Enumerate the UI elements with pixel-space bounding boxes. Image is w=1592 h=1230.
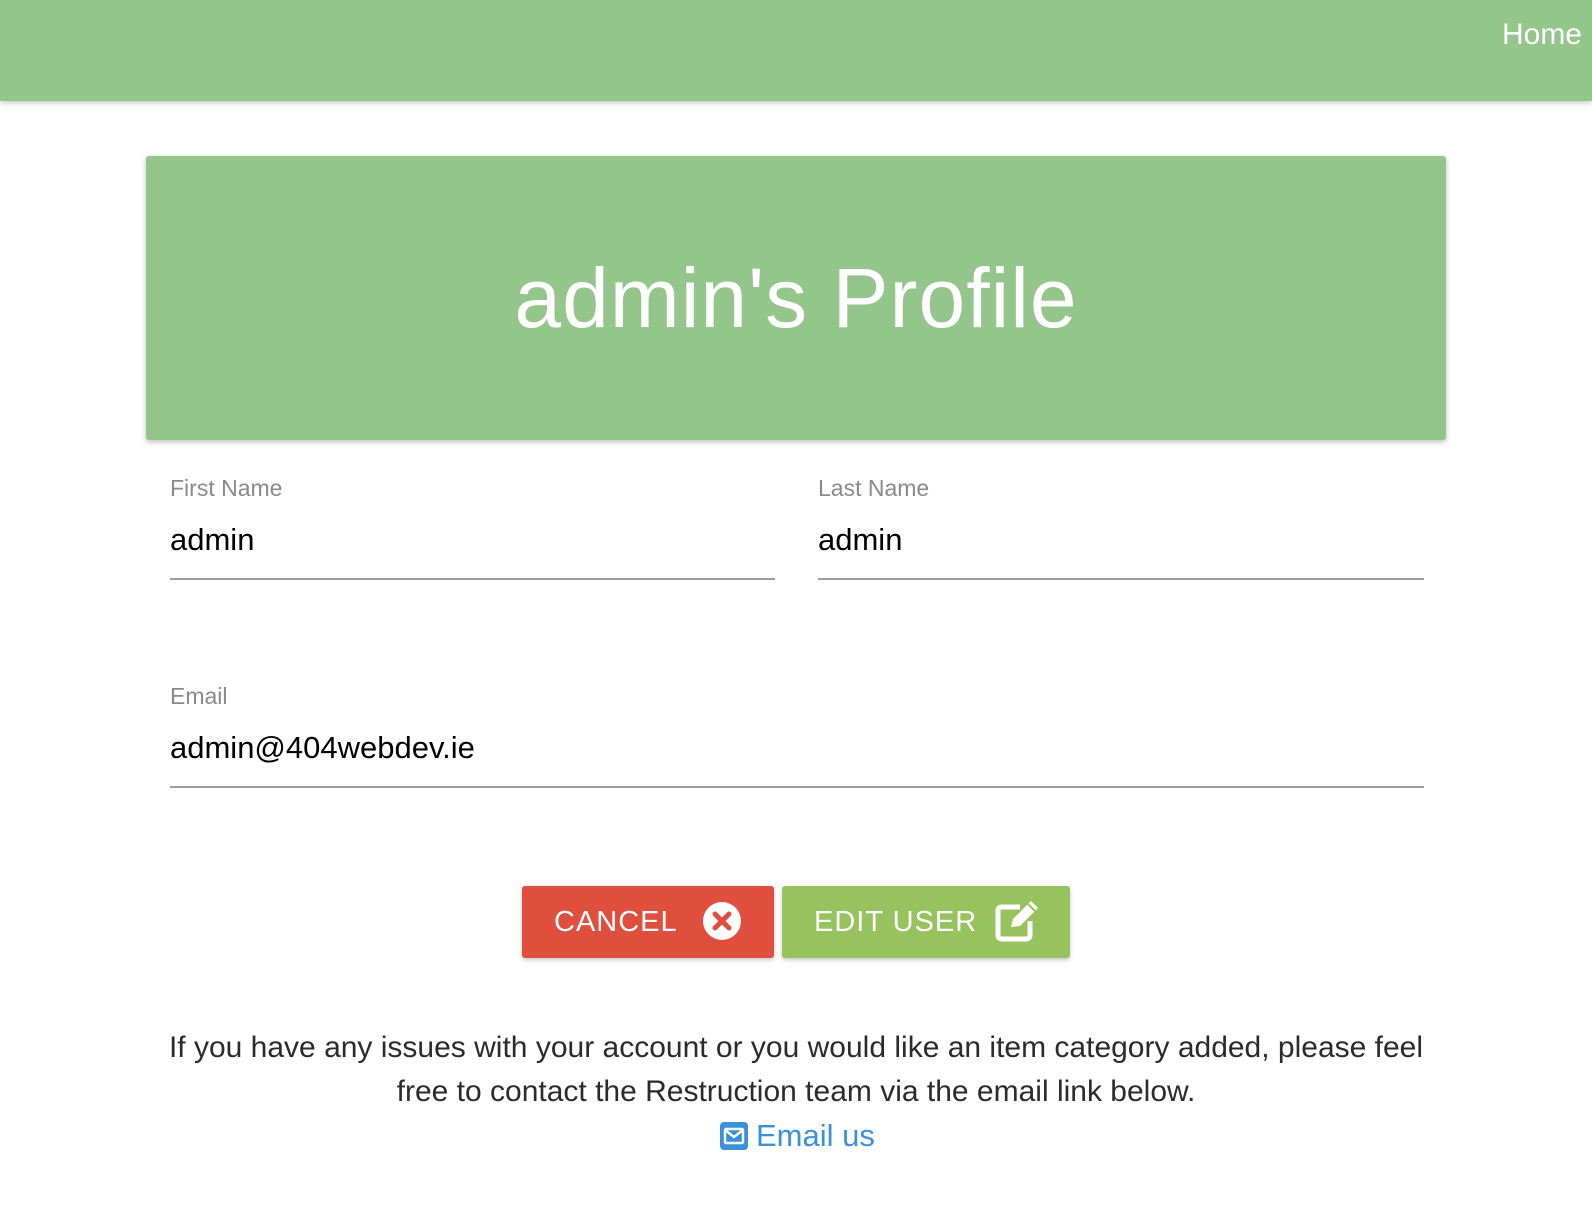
email-us-label: Email us [756,1118,875,1153]
email-label: Email [170,683,228,709]
page-title: admin's Profile [514,250,1078,345]
nav-home-link[interactable]: Home [1502,18,1582,52]
email-us-link[interactable]: Email us [720,1118,875,1154]
last-name-input[interactable] [818,522,1424,580]
cancel-button-label: CANCEL [554,905,678,938]
top-navbar: Home [0,0,1592,101]
email-input[interactable] [170,730,1424,788]
cancel-button[interactable]: CANCEL [522,886,774,958]
edit-icon [994,899,1040,951]
last-name-label: Last Name [818,475,930,501]
first-name-label: First Name [170,475,283,501]
edit-user-button[interactable]: EDIT USER [782,886,1070,958]
email-field: Email [170,683,1424,788]
first-name-input[interactable] [170,522,775,580]
edit-user-button-label: EDIT USER [814,905,978,938]
last-name-field: Last Name [818,475,1424,580]
envelope-icon [720,1122,748,1150]
close-circle-icon [702,901,742,949]
first-name-field: First Name [170,475,775,580]
profile-header-card: admin's Profile [146,156,1446,440]
contact-message: If you have any issues with your account… [168,1031,1424,1108]
